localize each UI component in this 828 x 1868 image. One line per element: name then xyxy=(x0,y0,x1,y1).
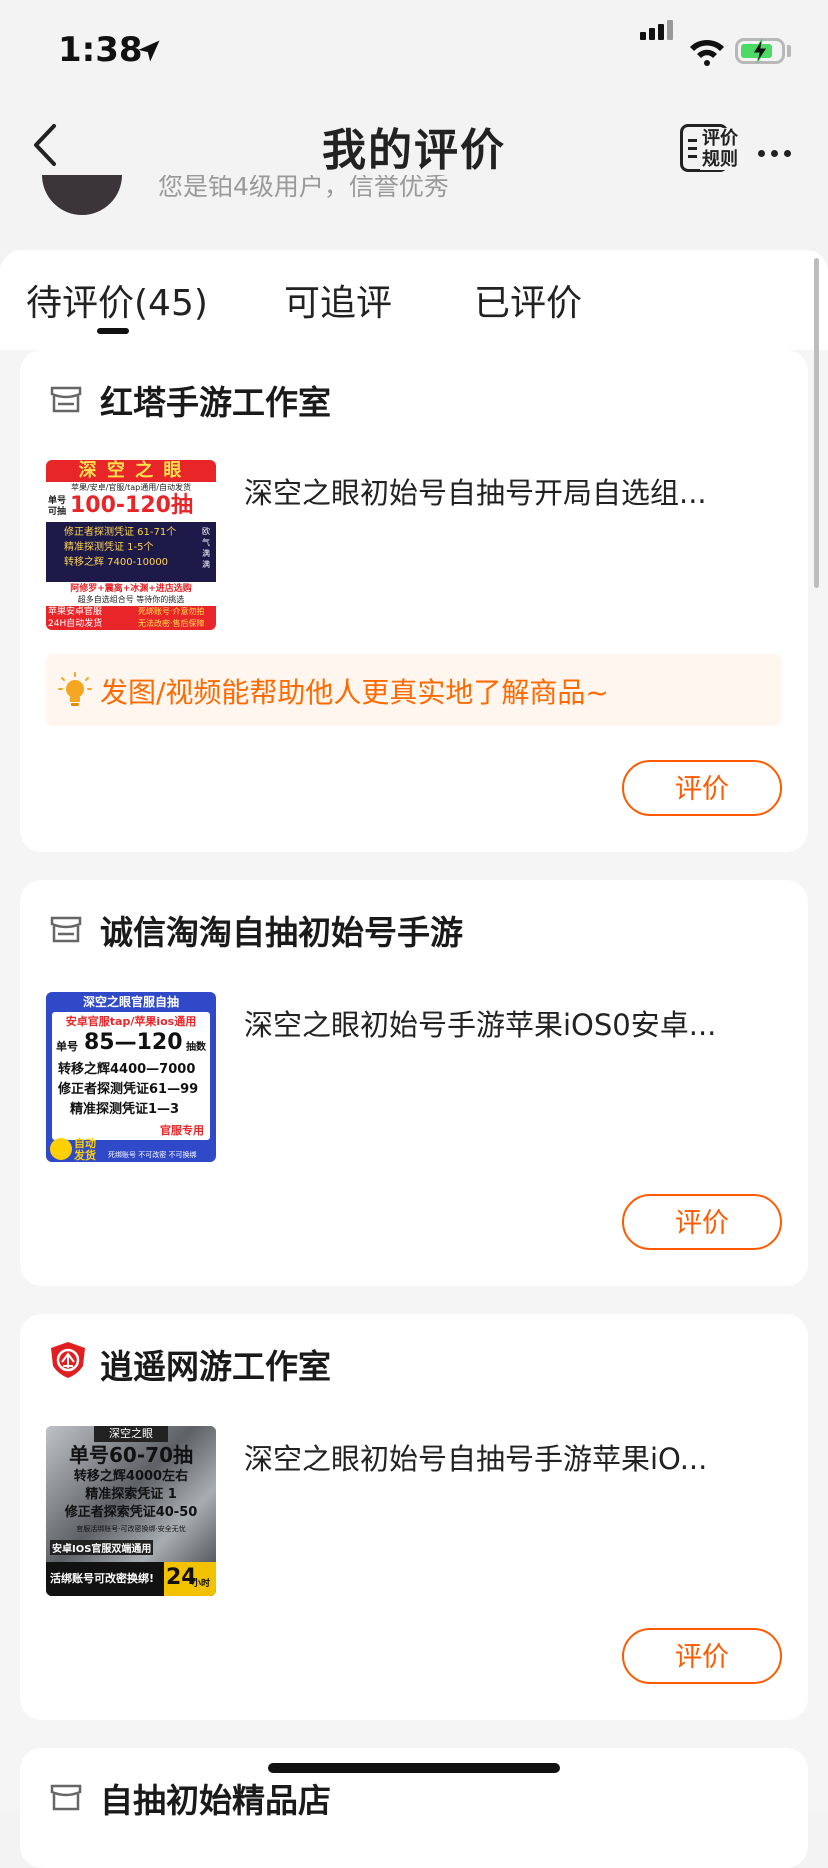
wifi-icon xyxy=(690,39,724,66)
order-card: 逍遥网游工作室 深空之眼 单号60-70抽 转移之辉4000左右 精准探索凭证 … xyxy=(20,1314,808,1720)
order-card: 诚信淘淘自抽初始号手游 深空之眼官服自抽 安卓官服tap/苹果ios通用 单号 … xyxy=(20,880,808,1286)
scrollbar[interactable] xyxy=(814,258,819,588)
location-arrow-icon xyxy=(138,40,160,62)
profile-strip: 您是铂4级用户，信誉优秀 xyxy=(0,175,828,215)
tab-reviewed[interactable]: 已评价 xyxy=(474,274,582,326)
enterprise-shield-icon xyxy=(51,1342,85,1378)
product-title[interactable]: 深空之眼初始号手游苹果iOS0安卓... xyxy=(244,1002,716,1044)
battery-icon xyxy=(735,38,785,64)
avatar xyxy=(42,175,122,215)
status-bar: 1:38 xyxy=(0,0,828,100)
status-time: 1:38 xyxy=(58,30,143,70)
rate-button[interactable]: 评价 xyxy=(622,1628,782,1684)
shop-name[interactable]: 诚信淘淘自抽初始号手游 xyxy=(100,906,463,954)
shop-name[interactable]: 红塔手游工作室 xyxy=(100,376,331,424)
store-icon xyxy=(50,916,82,943)
active-tab-indicator xyxy=(97,328,129,334)
photo-tip-banner: 发图/视频能帮助他人更真实地了解商品~ xyxy=(46,654,782,726)
rules-label-line2: 规则 xyxy=(702,149,738,170)
product-thumbnail[interactable]: 深空之眼 单号60-70抽 转移之辉4000左右 精准探索凭证 1 修正者探索凭… xyxy=(46,1426,216,1596)
product-title[interactable]: 深空之眼初始号自抽号开局自选组... xyxy=(244,470,707,512)
home-indicator[interactable] xyxy=(268,1763,560,1773)
more-options-icon[interactable] xyxy=(758,142,797,161)
review-sheet: 待评价(45) 可追评 已评价 红塔手游工作室 深 空 之 眼 苹果/安卓/官服… xyxy=(0,250,828,1868)
store-icon xyxy=(50,1784,82,1811)
tab-bar: 待评价(45) 可追评 已评价 xyxy=(0,250,828,350)
rate-button[interactable]: 评价 xyxy=(622,1194,782,1250)
store-icon xyxy=(50,386,82,413)
profile-level-text: 您是铂4级用户，信誉优秀 xyxy=(158,175,449,201)
rate-button[interactable]: 评价 xyxy=(622,760,782,816)
battery-cap xyxy=(787,45,791,57)
product-thumbnail[interactable]: 深空之眼官服自抽 安卓官服tap/苹果ios通用 单号 85—120 抽数 转移… xyxy=(46,992,216,1162)
tab-pending-review[interactable]: 待评价(45) xyxy=(26,274,208,326)
product-title[interactable]: 深空之眼初始号自抽号手游苹果iO... xyxy=(244,1436,707,1478)
rules-label-line1: 评价 xyxy=(702,128,738,149)
product-thumbnail[interactable]: 深 空 之 眼 苹果/安卓/官服/tap通用/自动发货 单号 可抽 100-120… xyxy=(46,460,216,630)
order-card: 红塔手游工作室 深 空 之 眼 苹果/安卓/官服/tap通用/自动发货 单号 可抽… xyxy=(20,350,808,852)
shop-name[interactable]: 逍遥网游工作室 xyxy=(100,1340,331,1388)
tab-follow-up[interactable]: 可追评 xyxy=(284,274,392,326)
photo-tip-text: 发图/视频能帮助他人更真实地了解商品~ xyxy=(100,676,609,709)
lightbulb-icon xyxy=(58,672,92,706)
shop-name[interactable]: 自抽初始精品店 xyxy=(100,1774,331,1822)
